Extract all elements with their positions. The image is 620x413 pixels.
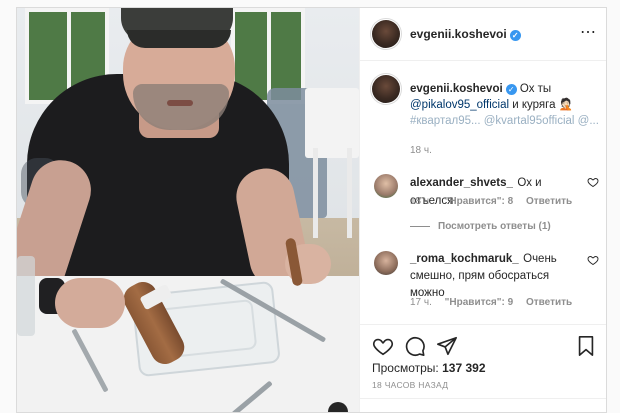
post-modal: evgenii.koshevoi ✓ ⋯ evgenii.koshevoi ✓ Ох… [16, 7, 607, 413]
comment-avatar[interactable] [374, 251, 398, 275]
heart-icon[interactable] [372, 335, 394, 357]
caption-username[interactable]: evgenii.koshevoi [410, 83, 503, 95]
comment-bubble-icon[interactable] [404, 335, 426, 357]
more-options-icon[interactable]: ⋯ [580, 22, 597, 42]
post-sidebar: evgenii.koshevoi ✓ ⋯ evgenii.koshevoi ✓ Ох… [359, 8, 606, 412]
post-timestamp[interactable]: 18 ЧАСОВ НАЗАД [372, 380, 448, 390]
caption-time: 18 ч. [410, 145, 432, 156]
comment-body: _roma_kochmaruk_ Очень смешно, прям обос… [410, 250, 582, 301]
action-bar [360, 324, 606, 365]
views-count[interactable]: Просмотры: 137 392 [372, 361, 486, 375]
caption-mention[interactable]: @pikalov95_official [410, 99, 509, 111]
comment-reply-button[interactable]: Ответить [526, 196, 572, 207]
post-video[interactable] [17, 8, 359, 412]
caption-avatar[interactable] [372, 75, 400, 103]
comment-time: 18 ч. [410, 196, 432, 207]
comment-avatar[interactable] [374, 174, 398, 198]
bookmark-icon[interactable] [575, 335, 597, 357]
paper-plane-icon[interactable] [436, 335, 458, 357]
verified-badge-icon: ✓ [509, 30, 521, 41]
comment-reply-button[interactable]: Ответить [526, 297, 572, 308]
heart-icon[interactable] [587, 254, 599, 266]
comment-meta: 17 ч. "Нравится": 9 Ответить [410, 297, 582, 308]
comment-username[interactable]: alexander_shvets_ [410, 177, 513, 189]
caption-text-lead: Ох ты [519, 83, 552, 95]
comment-meta: 18 ч. "Нравится": 8 Ответить [410, 196, 582, 207]
verified-badge-icon: ✓ [505, 84, 517, 95]
author-username[interactable]: evgenii.koshevoi ✓ [410, 27, 521, 41]
comment-likes[interactable]: "Нравится": 8 [445, 196, 514, 207]
view-replies-button[interactable]: Посмотреть ответы (1) [410, 221, 551, 232]
video-glass [17, 256, 35, 336]
comment-time: 17 ч. [410, 297, 432, 308]
caption: evgenii.koshevoi ✓ Ох ты @pikalov95_offic… [410, 81, 600, 129]
caption-text-after: и куряга [512, 99, 556, 111]
caption-emoji: 🤦🏻 [558, 99, 574, 111]
author-avatar[interactable] [372, 20, 400, 48]
comment-username[interactable]: _roma_kochmaruk_ [410, 253, 519, 265]
post-header: evgenii.koshevoi ✓ ⋯ [360, 8, 606, 61]
comment-likes[interactable]: "Нравится": 9 [445, 297, 514, 308]
caption-faded-tail: #квартал95... @kvartal95official @... [410, 115, 599, 127]
heart-icon[interactable] [587, 176, 599, 188]
